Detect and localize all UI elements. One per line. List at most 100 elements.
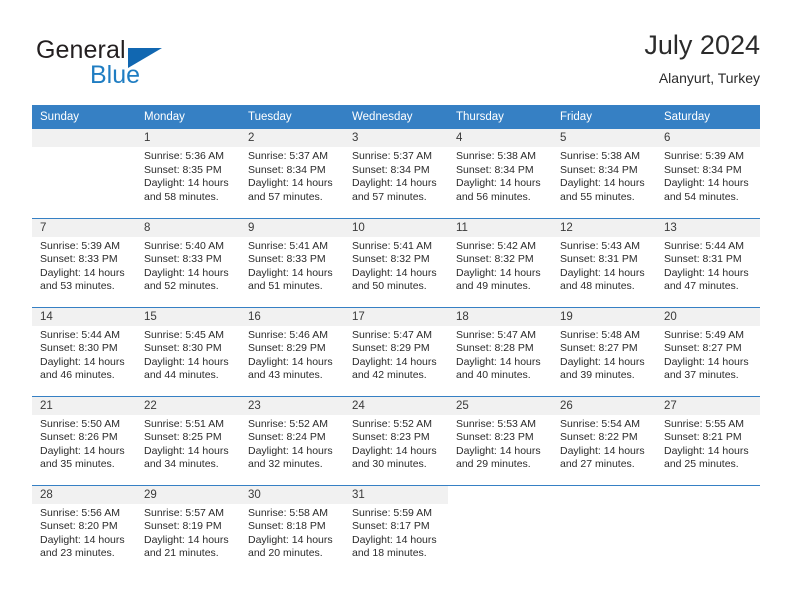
sunrise-text: Sunrise: 5:46 AM: [248, 328, 328, 341]
calendar-day-cell[interactable]: 17 Sunrise: 5:47 AM Sunset: 8:29 PM Dayligh…: [344, 307, 448, 397]
day-number: 4: [448, 129, 552, 147]
sunset-text: Sunset: 8:25 PM: [144, 431, 222, 444]
calendar-day-cell[interactable]: 16 Sunrise: 5:46 AM Sunset: 8:29 PM Dayligh…: [240, 307, 344, 397]
day-details: Sunrise: 5:47 AM Sunset: 8:29 PM Daylight:…: [344, 326, 448, 383]
day-number: 13: [656, 218, 760, 237]
weekday-header-thursday: Thursday: [448, 105, 552, 129]
calendar-day-cell[interactable]: 15 Sunrise: 5:45 AM Sunset: 8:30 PM Dayligh…: [136, 307, 240, 397]
daylight-text-line2: and 51 minutes.: [248, 280, 323, 293]
weekday-header-saturday: Saturday: [656, 105, 760, 129]
calendar-day-cell[interactable]: 20 Sunrise: 5:49 AM Sunset: 8:27 PM Dayligh…: [656, 307, 760, 397]
calendar-day-cell[interactable]: 25 Sunrise: 5:53 AM Sunset: 8:23 PM Dayligh…: [448, 396, 552, 486]
calendar-body: 1 Sunrise: 5:36 AM Sunset: 8:35 PM Daylight…: [32, 129, 760, 574]
calendar-day-cell[interactable]: 18 Sunrise: 5:47 AM Sunset: 8:28 PM Dayligh…: [448, 307, 552, 397]
sunset-text: Sunset: 8:17 PM: [352, 520, 430, 533]
calendar-day-cell[interactable]: 14 Sunrise: 5:44 AM Sunset: 8:30 PM Dayligh…: [32, 307, 136, 397]
calendar-day-cell: [656, 485, 760, 574]
calendar-day-cell[interactable]: 29 Sunrise: 5:57 AM Sunset: 8:19 PM Dayligh…: [136, 485, 240, 574]
calendar-week-row: 21 Sunrise: 5:50 AM Sunset: 8:26 PM Dayligh…: [32, 396, 760, 486]
sunrise-text: Sunrise: 5:47 AM: [456, 328, 536, 341]
daylight-text-line1: Daylight: 14 hours: [40, 444, 125, 457]
daylight-text-line1: Daylight: 14 hours: [560, 266, 645, 279]
calendar-day-cell[interactable]: 10 Sunrise: 5:41 AM Sunset: 8:32 PM Dayligh…: [344, 218, 448, 308]
calendar-day-cell[interactable]: 24 Sunrise: 5:52 AM Sunset: 8:23 PM Dayligh…: [344, 396, 448, 486]
day-number: 20: [656, 307, 760, 326]
calendar-day-cell[interactable]: 8 Sunrise: 5:40 AM Sunset: 8:33 PM Daylight…: [136, 218, 240, 308]
day-number: 24: [344, 396, 448, 415]
daylight-text-line1: Daylight: 14 hours: [664, 177, 749, 190]
calendar-day-cell[interactable]: 4 Sunrise: 5:38 AM Sunset: 8:34 PM Daylight…: [448, 129, 552, 219]
sunrise-text: Sunrise: 5:55 AM: [664, 417, 744, 430]
sunrise-text: Sunrise: 5:38 AM: [560, 150, 640, 162]
calendar-day-cell[interactable]: 9 Sunrise: 5:41 AM Sunset: 8:33 PM Daylight…: [240, 218, 344, 308]
calendar-day-cell[interactable]: 2 Sunrise: 5:37 AM Sunset: 8:34 PM Daylight…: [240, 129, 344, 219]
calendar-day-cell[interactable]: 5 Sunrise: 5:38 AM Sunset: 8:34 PM Daylight…: [552, 129, 656, 219]
calendar-day-cell[interactable]: 3 Sunrise: 5:37 AM Sunset: 8:34 PM Daylight…: [344, 129, 448, 219]
calendar-day-cell[interactable]: 28 Sunrise: 5:56 AM Sunset: 8:20 PM Dayligh…: [32, 485, 136, 574]
title-block: July 2024 Alanyurt, Turkey: [644, 28, 760, 88]
daylight-text-line1: Daylight: 14 hours: [352, 444, 437, 457]
sunset-text: Sunset: 8:30 PM: [40, 342, 118, 355]
calendar-day-cell[interactable]: 7 Sunrise: 5:39 AM Sunset: 8:33 PM Daylight…: [32, 218, 136, 308]
daylight-text-line1: Daylight: 14 hours: [144, 177, 229, 190]
sunrise-text: Sunrise: 5:44 AM: [40, 328, 120, 341]
daylight-text-line2: and 55 minutes.: [560, 190, 635, 203]
calendar-grid: Sunday Monday Tuesday Wednesday Thursday…: [32, 105, 760, 574]
calendar-day-cell[interactable]: 22 Sunrise: 5:51 AM Sunset: 8:25 PM Dayligh…: [136, 396, 240, 486]
general-blue-logo[interactable]: General Blue: [32, 36, 292, 94]
day-details: Sunrise: 5:57 AM Sunset: 8:19 PM Daylight:…: [136, 504, 240, 561]
calendar-day-cell[interactable]: 11 Sunrise: 5:42 AM Sunset: 8:32 PM Dayligh…: [448, 218, 552, 308]
day-number: [656, 485, 760, 504]
sunrise-text: Sunrise: 5:56 AM: [40, 506, 120, 519]
calendar-day-cell[interactable]: 21 Sunrise: 5:50 AM Sunset: 8:26 PM Dayligh…: [32, 396, 136, 486]
day-details: Sunrise: 5:44 AM Sunset: 8:30 PM Daylight:…: [32, 326, 136, 383]
day-number: 26: [552, 396, 656, 415]
sunrise-text: Sunrise: 5:59 AM: [352, 506, 432, 519]
sunset-text: Sunset: 8:18 PM: [248, 520, 326, 533]
calendar-day-cell[interactable]: 30 Sunrise: 5:58 AM Sunset: 8:18 PM Dayligh…: [240, 485, 344, 574]
daylight-text-line2: and 18 minutes.: [352, 547, 427, 560]
daylight-text-line1: Daylight: 14 hours: [144, 266, 229, 279]
daylight-text-line2: and 42 minutes.: [352, 369, 427, 382]
daylight-text-line2: and 47 minutes.: [664, 280, 739, 293]
calendar-day-cell: [448, 485, 552, 574]
day-number: 19: [552, 307, 656, 326]
day-details: Sunrise: 5:41 AM Sunset: 8:33 PM Daylight:…: [240, 237, 344, 294]
calendar-week-row: 28 Sunrise: 5:56 AM Sunset: 8:20 PM Dayligh…: [32, 485, 760, 574]
sunset-text: Sunset: 8:34 PM: [456, 163, 534, 176]
sunset-text: Sunset: 8:23 PM: [456, 431, 534, 444]
daylight-text-line2: and 49 minutes.: [456, 280, 531, 293]
day-details: Sunrise: 5:59 AM Sunset: 8:17 PM Daylight:…: [344, 504, 448, 561]
weekday-header-row: Sunday Monday Tuesday Wednesday Thursday…: [32, 105, 760, 129]
day-details: Sunrise: 5:42 AM Sunset: 8:32 PM Daylight:…: [448, 237, 552, 294]
calendar-day-cell[interactable]: 1 Sunrise: 5:36 AM Sunset: 8:35 PM Daylight…: [136, 129, 240, 219]
daylight-text-line1: Daylight: 14 hours: [456, 444, 541, 457]
calendar-day-cell[interactable]: 23 Sunrise: 5:52 AM Sunset: 8:24 PM Dayligh…: [240, 396, 344, 486]
calendar-day-cell[interactable]: 31 Sunrise: 5:59 AM Sunset: 8:17 PM Dayligh…: [344, 485, 448, 574]
calendar-day-cell[interactable]: 13 Sunrise: 5:44 AM Sunset: 8:31 PM Dayligh…: [656, 218, 760, 308]
calendar-day-cell: [32, 129, 136, 219]
calendar-day-cell[interactable]: 27 Sunrise: 5:55 AM Sunset: 8:21 PM Dayligh…: [656, 396, 760, 486]
calendar-day-cell[interactable]: 12 Sunrise: 5:43 AM Sunset: 8:31 PM Dayligh…: [552, 218, 656, 308]
logo-text-blue: Blue: [90, 61, 141, 89]
sunset-text: Sunset: 8:33 PM: [40, 253, 118, 266]
daylight-text-line2: and 21 minutes.: [144, 547, 219, 560]
day-number: 21: [32, 396, 136, 415]
sunrise-text: Sunrise: 5:58 AM: [248, 506, 328, 519]
daylight-text-line1: Daylight: 14 hours: [560, 444, 645, 457]
sunset-text: Sunset: 8:19 PM: [144, 520, 222, 533]
sunrise-text: Sunrise: 5:47 AM: [352, 328, 432, 341]
sunrise-text: Sunrise: 5:52 AM: [352, 417, 432, 430]
daylight-text-line1: Daylight: 14 hours: [352, 177, 437, 190]
daylight-text-line2: and 44 minutes.: [144, 369, 219, 382]
calendar-day-cell[interactable]: 26 Sunrise: 5:54 AM Sunset: 8:22 PM Dayligh…: [552, 396, 656, 486]
daylight-text-line2: and 20 minutes.: [248, 547, 323, 560]
day-number: 9: [240, 218, 344, 237]
sunset-text: Sunset: 8:23 PM: [352, 431, 430, 444]
day-details: Sunrise: 5:56 AM Sunset: 8:20 PM Daylight:…: [32, 504, 136, 561]
calendar-day-cell[interactable]: 19 Sunrise: 5:48 AM Sunset: 8:27 PM Dayligh…: [552, 307, 656, 397]
calendar-day-cell[interactable]: 6 Sunrise: 5:39 AM Sunset: 8:34 PM Daylight…: [656, 129, 760, 219]
daylight-text-line1: Daylight: 14 hours: [352, 533, 437, 546]
calendar-day-cell: [552, 485, 656, 574]
calendar-week-row: 7 Sunrise: 5:39 AM Sunset: 8:33 PM Daylight…: [32, 218, 760, 308]
